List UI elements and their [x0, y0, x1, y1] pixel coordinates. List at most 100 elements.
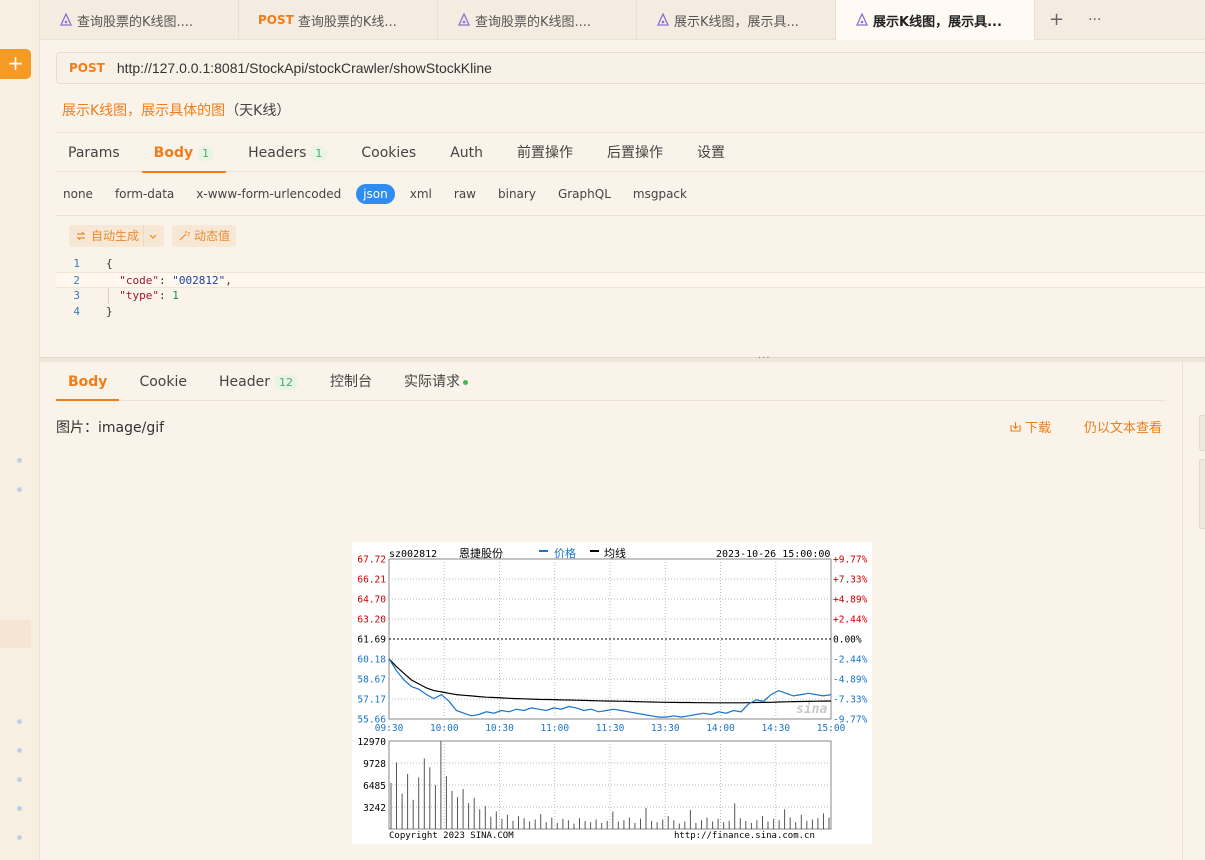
- tab-cookies[interactable]: Cookies: [349, 133, 428, 173]
- response-tab-actual-request[interactable]: 实际请求: [392, 363, 480, 401]
- body-type-raw[interactable]: raw: [447, 184, 483, 204]
- panel-splitter[interactable]: [40, 357, 1205, 362]
- request-tab[interactable]: 查询股票的K线图....: [40, 0, 239, 40]
- body-type-form-data[interactable]: form-data: [108, 184, 181, 204]
- tab-settings[interactable]: 设置: [685, 133, 737, 173]
- url-bar[interactable]: POST http://127.0.0.1:8081/StockApi/stoc…: [56, 52, 1205, 84]
- percent-tick-label: -4.89%: [833, 675, 868, 686]
- stock-symbol: sz002812: [389, 549, 437, 560]
- body-type-graphql[interactable]: GraphQL: [551, 184, 618, 204]
- auto-generate-button[interactable]: 自动生成: [69, 225, 165, 247]
- legend-avg-swatch: [590, 550, 599, 552]
- auto-generate-label: 自动生成: [91, 229, 140, 243]
- tab-body[interactable]: Body 1: [141, 133, 227, 173]
- rail-dot[interactable]: [17, 835, 22, 840]
- tab-label: 实际请求: [403, 374, 460, 390]
- body-type-binary[interactable]: binary: [491, 184, 543, 204]
- rail-dot[interactable]: [17, 806, 22, 811]
- url-input[interactable]: http://127.0.0.1:8081/StockApi/stockCraw…: [117, 60, 492, 76]
- code-line: 3 "type": 1: [56, 288, 1205, 304]
- side-panel-tab[interactable]: [1199, 415, 1205, 451]
- rail-dot[interactable]: [17, 748, 22, 753]
- time-tick-label: 11:30: [596, 723, 625, 734]
- json-value: 1: [172, 289, 179, 302]
- dynamic-value-button[interactable]: 动态值: [172, 225, 237, 247]
- request-tab[interactable]: 展示K线图，展示具...: [637, 0, 836, 40]
- tab-label: 前置操作: [517, 145, 574, 161]
- price-tick-label: 60.18: [357, 655, 386, 666]
- price-tick-label: 67.72: [357, 555, 386, 566]
- left-rail: +: [0, 0, 40, 860]
- code-text: {: [106, 257, 113, 270]
- tab-pre-operations[interactable]: 前置操作: [505, 133, 585, 173]
- side-panel-tab[interactable]: [1199, 459, 1205, 529]
- tab-label: 后置操作: [607, 145, 664, 161]
- right-side-panel: [1182, 363, 1205, 860]
- api-request-icon: [656, 13, 670, 26]
- tab-auth[interactable]: Auth: [438, 133, 495, 173]
- tab-tools: + ···: [1035, 0, 1101, 39]
- time-tick-label: 15:00: [817, 723, 846, 734]
- code-area[interactable]: 1{ 2 "code": "002812", 3 "type": 1 4}: [56, 256, 1205, 320]
- request-tab-active[interactable]: 展示K线图，展示具...: [836, 0, 1035, 40]
- time-tick-label: 13:30: [651, 723, 680, 734]
- rail-dot[interactable]: [17, 777, 22, 782]
- chart-source-url: http://finance.sina.com.cn: [674, 831, 815, 841]
- tab-label: Auth: [450, 145, 484, 161]
- body-type-msgpack[interactable]: msgpack: [626, 184, 694, 204]
- code-text: }: [106, 305, 113, 318]
- request-title[interactable]: 展示K线图，展示具体的图（天K线）: [62, 100, 290, 120]
- legend-avg-label: 均线: [604, 546, 626, 560]
- tab-label: Headers: [248, 145, 307, 161]
- line-number: 4: [73, 305, 80, 318]
- code-line: 1{: [56, 256, 1205, 272]
- rail-dot[interactable]: [17, 458, 22, 463]
- add-tab-icon[interactable]: +: [1049, 9, 1064, 30]
- rail-selected-item[interactable]: [0, 620, 31, 648]
- json-value: "002812": [172, 274, 226, 287]
- request-tab[interactable]: POST 查询股票的K线...: [239, 0, 438, 40]
- response-tab-console[interactable]: 控制台: [318, 363, 384, 401]
- tab-label: Cookies: [361, 145, 417, 161]
- code-text: "code": "002812",: [119, 274, 232, 287]
- new-item-button[interactable]: +: [0, 49, 31, 79]
- json-key: "code": [119, 274, 159, 287]
- percent-tick-label: +4.89%: [833, 595, 868, 606]
- api-request-icon: [59, 13, 73, 26]
- body-type-none[interactable]: none: [56, 184, 100, 204]
- more-tabs-icon[interactable]: ···: [1088, 12, 1101, 28]
- tab-headers[interactable]: Headers 1: [236, 133, 339, 173]
- request-tab-bar: 查询股票的K线图.... POST 查询股票的K线... 查询股票的K线图...…: [40, 0, 1205, 40]
- code-text: "type": 1: [119, 289, 179, 302]
- body-type-xml[interactable]: xml: [403, 184, 439, 204]
- request-tab-label: 查询股票的K线...: [297, 14, 397, 30]
- response-tab-header[interactable]: Header 12: [207, 363, 310, 401]
- tab-params[interactable]: Params: [56, 133, 132, 173]
- tab-label: Body: [153, 145, 194, 161]
- view-as-text-button[interactable]: 仍以文本查看: [1084, 417, 1162, 436]
- request-title-rest: （天K线）: [225, 103, 291, 119]
- request-tab[interactable]: 查询股票的K线图....: [438, 0, 637, 40]
- body-type-urlencoded[interactable]: x-www-form-urlencoded: [189, 184, 348, 204]
- magic-wand-icon: [179, 231, 191, 241]
- download-button[interactable]: 下载: [1010, 417, 1051, 436]
- tab-label: Params: [68, 145, 120, 161]
- count-badge: 1: [197, 146, 215, 161]
- request-tab-label: 展示K线图，展示具...: [674, 14, 799, 30]
- tab-post-operations[interactable]: 后置操作: [595, 133, 675, 173]
- percent-tick-label: +2.44%: [833, 615, 868, 626]
- rail-dot[interactable]: [17, 719, 22, 724]
- time-tick-label: 14:00: [706, 723, 735, 734]
- response-tab-cookie[interactable]: Cookie: [127, 363, 199, 401]
- rail-dot[interactable]: [17, 487, 22, 492]
- time-tick-label: 14:30: [761, 723, 790, 734]
- response-content-type: 图片：image/gif: [56, 420, 165, 436]
- volume-tick-label: 6485: [363, 781, 386, 792]
- volume-tick-label: 3242: [363, 803, 386, 814]
- time-tick-label: 10:00: [430, 723, 459, 734]
- body-type-json[interactable]: json: [356, 184, 395, 204]
- http-method-select[interactable]: POST: [69, 61, 105, 75]
- chevron-down-icon[interactable]: [148, 231, 158, 241]
- response-tab-body[interactable]: Body: [56, 363, 120, 401]
- volume-tick-label: 12970: [357, 737, 386, 748]
